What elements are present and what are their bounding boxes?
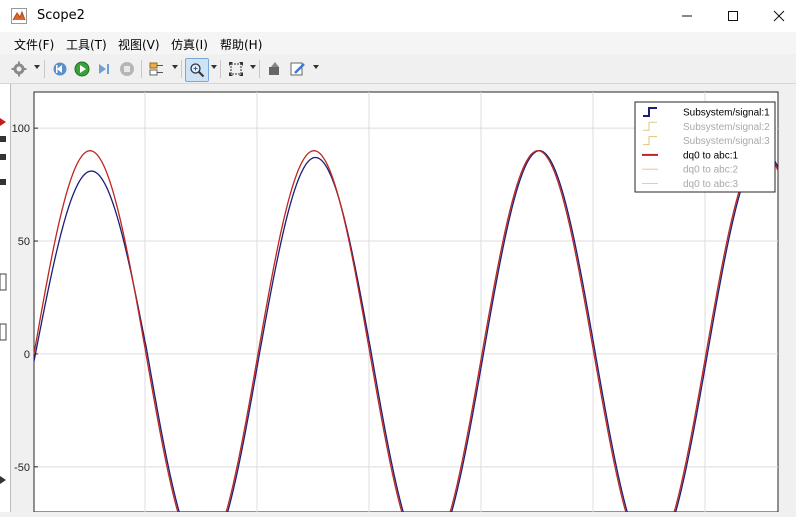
signal-select-dropdown-arrow[interactable] — [172, 65, 178, 69]
menu-tools[interactable]: 工具(T) — [66, 36, 107, 53]
stop-icon — [120, 62, 134, 76]
signal-select-icon — [149, 62, 163, 76]
run-button[interactable] — [71, 58, 93, 80]
signal-select-button[interactable] — [146, 58, 168, 80]
minimize-icon — [682, 15, 692, 17]
toolbar — [0, 55, 796, 84]
toolbar-separator — [259, 60, 260, 78]
scope-figure: 100 50 0 -50 Subsystem/signal:1 Subsystem/sig… — [11, 84, 796, 512]
close-button[interactable] — [756, 0, 796, 32]
settings-button[interactable] — [8, 58, 30, 80]
edit-button[interactable] — [287, 58, 309, 80]
step-forward-button[interactable] — [93, 58, 115, 80]
stop-button[interactable] — [116, 58, 138, 80]
title-bar: Scope2 — [0, 0, 796, 33]
y-tick-label: 50 — [18, 236, 30, 248]
menu-file[interactable]: 文件(F) — [14, 36, 54, 53]
gear-icon — [11, 61, 27, 77]
y-tick-label: 100 — [12, 123, 30, 135]
model-window-edge — [0, 84, 11, 512]
legend-entry-label: Subsystem/signal:3 — [683, 136, 770, 147]
run-icon — [74, 61, 90, 77]
model-window-edge-marks — [0, 118, 7, 484]
y-tick-label: -50 — [14, 462, 30, 474]
legend-entry-label: Subsystem/signal:2 — [683, 122, 770, 133]
toolbar-separator — [181, 60, 182, 78]
menu-bar: 文件(F) 工具(T) 视图(V) 仿真(I) 帮助(H) — [0, 32, 796, 54]
minimize-button[interactable] — [664, 0, 710, 32]
fit-to-view-dropdown-arrow[interactable] — [250, 65, 256, 69]
toolbar-separator — [44, 60, 45, 78]
style-button[interactable] — [264, 58, 286, 80]
step-back-button[interactable] — [49, 58, 71, 80]
toolbar-separator — [220, 60, 221, 78]
toolbar-separator — [141, 60, 142, 78]
fit-to-view-button[interactable] — [225, 58, 247, 80]
legend-entry-label: dq0 to abc:1 — [683, 150, 738, 161]
maximize-icon — [728, 11, 738, 21]
edit-icon — [290, 62, 305, 76]
matlab-icon — [11, 8, 27, 24]
y-tick-label: 0 — [24, 349, 30, 361]
step-forward-icon — [99, 64, 109, 74]
menu-help[interactable]: 帮助(H) — [220, 36, 262, 53]
legend-entry-label: Subsystem/signal:1 — [683, 108, 770, 119]
window-title: Scope2 — [37, 8, 85, 23]
zoom-icon — [190, 63, 205, 78]
settings-dropdown-arrow[interactable] — [34, 65, 40, 69]
legend-entry-label: dq0 to abc:3 — [683, 179, 738, 190]
zoom-dropdown-arrow[interactable] — [211, 65, 217, 69]
menu-simulation[interactable]: 仿真(I) — [171, 36, 208, 53]
scope-plot[interactable]: 100 50 0 -50 Subsystem/signal:1 Subsystem/sig… — [11, 84, 796, 512]
style-icon — [269, 62, 279, 75]
fit-to-view-icon — [229, 62, 243, 76]
menu-view[interactable]: 视图(V) — [118, 36, 160, 53]
step-back-icon — [53, 62, 67, 76]
edit-dropdown-arrow[interactable] — [313, 65, 319, 69]
maximize-button[interactable] — [710, 0, 756, 32]
close-icon — [773, 10, 785, 22]
zoom-button[interactable] — [185, 58, 209, 82]
legend-entry-label: dq0 to abc:2 — [683, 165, 738, 176]
